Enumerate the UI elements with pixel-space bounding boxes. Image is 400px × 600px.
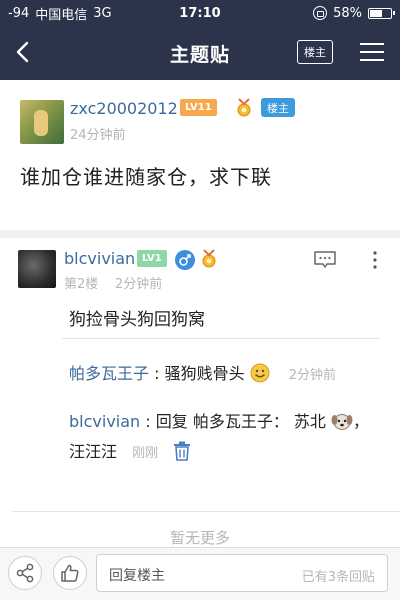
reply-avatar[interactable]: [18, 250, 56, 288]
sub-comment-text: 回复 帕多瓦王子： 苏北: [155, 412, 326, 431]
carrier: 中国电信: [35, 7, 88, 23]
sub-comment-time: 2分钟前: [288, 368, 337, 383]
medal-icon: [237, 98, 251, 117]
thumbs-up-icon: [61, 564, 79, 582]
sub-comment-text: 汪汪汪: [69, 442, 118, 461]
male-icon: [175, 250, 195, 270]
op-avatar[interactable]: [20, 100, 64, 144]
only-op-button[interactable]: 楼主: [297, 40, 333, 64]
share-button[interactable]: [8, 556, 42, 590]
status-bar: -94 中国电信 3G 17:10 58%: [0, 0, 400, 26]
reply-divider: [62, 338, 380, 339]
sub-comment-text: ，: [353, 412, 370, 431]
op-level-badge: LV11: [180, 99, 217, 116]
trash-icon[interactable]: [173, 441, 191, 461]
nav-bar: 主题贴 楼主: [0, 26, 400, 80]
page-title: 主题贴: [169, 43, 230, 66]
op-time: 24分钟前: [70, 128, 126, 143]
sub-comment-username[interactable]: 帕多瓦王子: [69, 364, 149, 383]
bottom-toolbar: 回复楼主 已有3条回贴: [0, 547, 400, 600]
share-icon: [16, 563, 34, 583]
reply-count: 已有3条回贴: [301, 570, 375, 585]
sub-comment-text: 骚狗贱骨头: [164, 364, 245, 383]
battery-icon: [368, 7, 395, 19]
dog-emoji-icon: [331, 414, 353, 430]
no-more-text: 暂无更多: [169, 529, 230, 547]
sub-comment-separator: :: [149, 364, 165, 383]
reply-time: 2分钟前: [115, 277, 163, 292]
top-bar: -94 中国电信 3G 17:10 58% 主题贴 楼主: [0, 0, 400, 80]
signal-strength: -94: [8, 5, 30, 21]
medal-icon: [202, 249, 216, 268]
rotation-lock-icon: [313, 6, 328, 20]
more-icon[interactable]: [366, 250, 384, 270]
sub-comment-time: 刚刚: [132, 446, 159, 461]
reply-content: 狗捡骨头狗回狗窝: [69, 310, 205, 330]
host-badge: 楼主: [261, 98, 295, 117]
sub-comment-username[interactable]: blcvivian: [69, 412, 140, 431]
menu-icon[interactable]: [360, 42, 384, 62]
op-username[interactable]: zxc20002012: [70, 99, 178, 118]
network-type: 3G: [93, 5, 112, 21]
sub-comment-separator: :: [140, 412, 156, 431]
floor-divider: [12, 511, 400, 512]
section-divider: [0, 230, 400, 238]
like-button[interactable]: [53, 556, 87, 590]
reply-input[interactable]: 回复楼主 已有3条回贴: [96, 554, 388, 592]
battery-percent: 58%: [333, 5, 362, 21]
op-content: 谁加仓谁进随家仓，求下联: [20, 165, 272, 189]
reply-floor: blcvivian LV1 第2楼 2分钟前 狗捡骨头狗回狗窝 帕多瓦王子 : …: [0, 238, 400, 538]
sub-comment[interactable]: blcvivian : 回复 帕多瓦王子： 苏北 ，: [69, 408, 369, 432]
sub-comment[interactable]: 帕多瓦王子 : 骚狗贱骨头 2分钟前: [69, 360, 336, 384]
reply-floor-number: 第2楼: [64, 277, 99, 292]
reply-username[interactable]: blcvivian: [64, 249, 135, 268]
comment-icon[interactable]: [313, 250, 337, 270]
reply-placeholder: 回复楼主: [109, 568, 165, 584]
smile-emoji-icon: [250, 363, 270, 383]
sub-comment-continuation: 汪汪汪 刚刚: [69, 438, 191, 462]
reply-level-badge: LV1: [137, 250, 167, 267]
